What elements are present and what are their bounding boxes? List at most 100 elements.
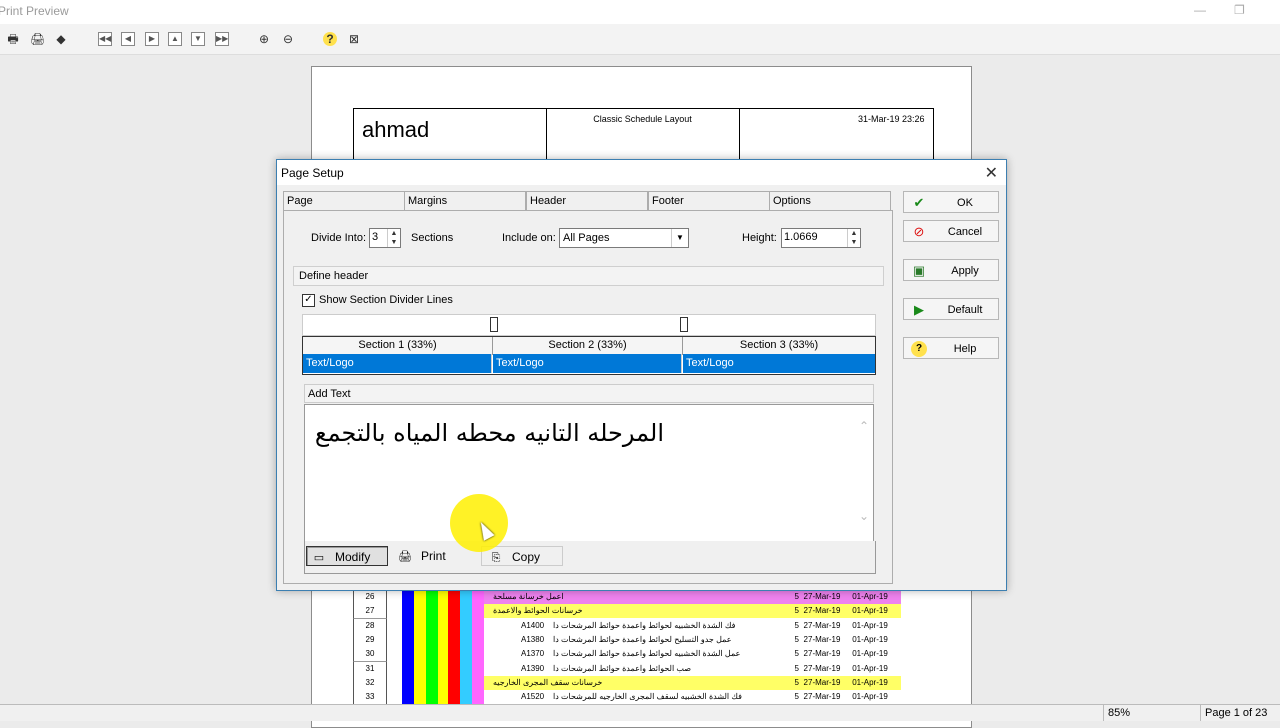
scroll-up-icon[interactable]: ⌃	[859, 419, 869, 433]
start-date: 27-Mar-19	[803, 649, 841, 659]
export-icon[interactable]: ◆	[54, 32, 68, 46]
restore-button[interactable]: ❐	[1234, 3, 1245, 17]
dialog-titlebar: Page Setup ✕	[277, 160, 1006, 185]
header-tab-panel: Divide Into: 3 ▲ ▼ Sections Include on: A…	[283, 210, 893, 584]
activity-code: A1390	[521, 663, 545, 673]
copy-icon: ⎘	[491, 552, 501, 564]
page-setup-dialog: Page Setup ✕ Page Margins Header Footer …	[276, 159, 1007, 591]
tab-options[interactable]: Options	[769, 191, 891, 210]
chevron-down-icon[interactable]: ▼	[671, 229, 688, 247]
start-date: 27-Mar-19	[803, 620, 841, 630]
minimize-button[interactable]: —	[1194, 3, 1206, 17]
row-number: 28	[353, 618, 387, 634]
define-header-group: Define header	[293, 266, 884, 286]
page-setup-icon[interactable]: 🖶	[6, 32, 20, 46]
play-icon: ▶	[914, 302, 924, 317]
help-icon[interactable]: ?	[323, 32, 337, 46]
add-text-group: Add Text	[304, 384, 874, 403]
tab-page[interactable]: Page	[283, 191, 405, 210]
close-preview-icon[interactable]: ⊠	[347, 32, 361, 46]
print-button[interactable]: 🖨 Print	[397, 546, 477, 566]
tab-margins[interactable]: Margins	[404, 191, 526, 210]
divide-stepper[interactable]: 3 ▲ ▼	[369, 228, 401, 248]
window-title: Print Preview	[0, 4, 69, 18]
first-page-icon[interactable]: ◀◀	[98, 32, 112, 46]
printer-icon: 🖨	[398, 551, 412, 563]
help-icon: ?	[911, 341, 927, 357]
cancel-button[interactable]: ⊘ Cancel	[903, 220, 999, 242]
next-record-icon[interactable]: ▼	[191, 32, 205, 46]
help-button[interactable]: ? Help	[903, 337, 999, 359]
row-number: 29	[353, 632, 387, 648]
table-row: 27 خرسانات الحوائط والاعمدة 5 27-Mar-19 01-A…	[353, 604, 901, 620]
finish-date: 01-Apr-19	[852, 677, 888, 687]
zoom-level: 85%	[1103, 705, 1196, 721]
scroll-down-icon[interactable]: ⌄	[859, 509, 869, 523]
header-section-1: ahmad	[354, 109, 547, 161]
activity-name: خرسانات سقف المجرى الخارجيه	[493, 677, 603, 687]
header-text-editor[interactable]: المرحله التانيه محطه المياه بالتجمع ⌃ ⌄	[304, 404, 874, 542]
activity-name: صب الحوائط واعمدة حوائط المرشحات دا	[553, 663, 692, 673]
height-label: Height:	[742, 232, 777, 244]
duration: 5	[794, 649, 799, 659]
tab-footer[interactable]: Footer	[648, 191, 770, 210]
section-3-cell[interactable]: Text/Logo	[683, 354, 875, 373]
preview-toolbar: 🖶 🖨 ◆ ◀◀ ◀ ▶ ▲ ▼ ▶▶ ⊕ ⊖ ? ⊠	[0, 24, 1280, 55]
divider-handle-1[interactable]	[490, 317, 498, 332]
section-3-header: Section 3 (33%)	[683, 337, 875, 355]
section-2-header: Section 2 (33%)	[493, 337, 683, 355]
header-name: ahmad	[362, 117, 430, 142]
start-date: 27-Mar-19	[803, 634, 841, 644]
prev-record-icon[interactable]: ▲	[168, 32, 182, 46]
table-row: 26 اعمل خرسانة مسلحة 5 27-Mar-19 01-Apr-19	[353, 590, 901, 605]
height-stepper[interactable]: 1.0669 ▲ ▼	[781, 228, 861, 248]
statusbar: 85% Page 1 of 23	[0, 704, 1280, 721]
dialog-title: Page Setup	[281, 166, 344, 180]
zoom-out-icon[interactable]: ⊖	[281, 32, 295, 46]
copy-button[interactable]: ⎘ Copy	[481, 546, 563, 566]
spin-arrows-icon[interactable]: ▲ ▼	[387, 229, 400, 247]
finish-date: 01-Apr-19	[852, 620, 888, 630]
tab-header[interactable]: Header	[526, 191, 648, 212]
activity-code: A1400	[521, 620, 545, 630]
row-number: 31	[353, 661, 387, 677]
print-icon[interactable]: 🖨	[30, 32, 45, 46]
section-2-cell[interactable]: Text/Logo	[493, 354, 682, 373]
activity-code: A1370	[521, 649, 545, 659]
modify-icon: ▭	[313, 552, 325, 564]
tabstrip: Page Margins Header Footer Options	[283, 191, 891, 212]
spin-arrows-icon[interactable]: ▲ ▼	[847, 229, 860, 247]
modify-button[interactable]: ▭ Modify	[306, 546, 388, 566]
finish-date: 01-Apr-19	[852, 649, 888, 659]
last-page-icon[interactable]: ▶▶	[215, 32, 229, 46]
copy-label: Copy	[512, 550, 541, 564]
include-select[interactable]: All Pages ▼	[559, 228, 689, 248]
zoom-in-icon[interactable]: ⊕	[257, 32, 271, 46]
editor-toolbar: ▭ Modify 🖨 Print ⎘ Copy	[304, 541, 876, 574]
window-titlebar: Print Preview — ❐	[0, 0, 1280, 24]
prev-page-icon[interactable]: ◀	[121, 32, 135, 46]
divider-handle-2[interactable]	[680, 317, 688, 332]
header-date: 31-Mar-19 23:26	[858, 114, 925, 124]
row-number: 27	[353, 604, 387, 620]
ok-button[interactable]: ✔ OK	[903, 191, 999, 213]
duration: 5	[794, 592, 799, 601]
sections-grid: Section 1 (33%) Section 2 (33%) Section …	[302, 336, 876, 375]
default-label: Default	[947, 304, 983, 316]
finish-date: 01-Apr-19	[852, 606, 888, 616]
show-dividers-checkbox[interactable]: ✓	[302, 294, 315, 307]
start-date: 27-Mar-19	[803, 677, 841, 687]
divide-value: 3	[372, 231, 379, 243]
close-icon[interactable]: ✕	[985, 163, 998, 183]
default-button[interactable]: ▶ Default	[903, 298, 999, 320]
divide-label: Divide Into:	[311, 232, 367, 244]
define-header-label: Define header	[299, 270, 369, 282]
table-row: 32 خرسانات سقف المجرى الخارجيه 5 27-Mar-19 0…	[353, 675, 901, 691]
apply-button[interactable]: ▣ Apply	[903, 259, 999, 281]
duration: 5	[794, 692, 799, 702]
next-page-icon[interactable]: ▶	[145, 32, 159, 46]
table-row: 33 A1520 فك الشدة الخشبيه لسقف المجرى الخا…	[353, 690, 901, 706]
section-1-cell[interactable]: Text/Logo	[303, 354, 492, 373]
section-1-header: Section 1 (33%)	[303, 337, 493, 355]
start-date: 27-Mar-19	[803, 606, 841, 616]
